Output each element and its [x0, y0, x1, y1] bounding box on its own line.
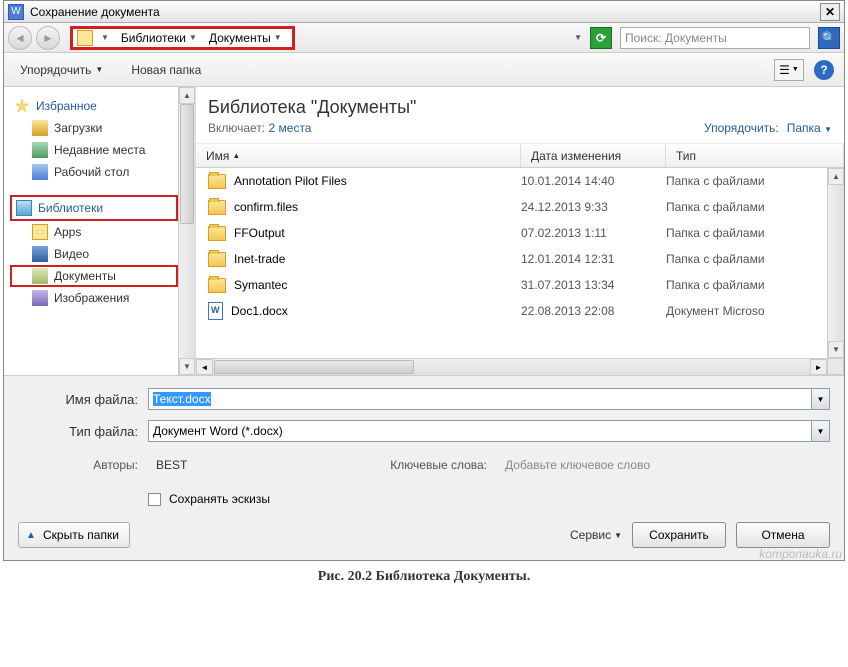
column-date[interactable]: Дата изменения — [521, 144, 666, 167]
column-type[interactable]: Тип — [666, 144, 844, 167]
scroll-left-icon[interactable]: ◄ — [196, 359, 213, 375]
scroll-up-icon[interactable]: ▲ — [828, 168, 844, 185]
sidebar-item-video[interactable]: Видео — [10, 243, 178, 265]
breadcrumb[interactable]: ▼ Библиотеки▼ Документы▼ — [70, 26, 295, 50]
new-folder-button[interactable]: Новая папка — [125, 59, 207, 81]
chevron-up-icon: ▲ — [23, 527, 39, 543]
sidebar-item-recent[interactable]: Недавние места — [10, 139, 178, 161]
images-icon — [32, 290, 48, 306]
window-title: Сохранение документа — [30, 5, 160, 19]
chevron-down-icon: ▼ — [95, 65, 103, 74]
save-thumbnails-label: Сохранять эскизы — [169, 492, 270, 506]
table-row[interactable]: Annotation Pilot Files10.01.2014 14:40Па… — [196, 168, 827, 194]
breadcrumb-seg-documents: Документы▼ — [203, 30, 288, 46]
scroll-right-icon[interactable]: ► — [810, 359, 827, 375]
back-button[interactable]: ◄ — [8, 26, 32, 50]
scroll-down-icon[interactable]: ▼ — [179, 358, 195, 375]
close-button[interactable]: ✕ — [820, 3, 840, 21]
breadcrumb-seg-libraries: Библиотеки▼ — [115, 30, 203, 46]
main-area: Избранное Загрузки Недавние места Рабочи… — [4, 87, 844, 375]
sort-by-dropdown[interactable]: Папка ▼ — [787, 121, 832, 135]
video-icon — [32, 246, 48, 262]
chevron-down-icon: ▼ — [824, 125, 832, 134]
sidebar-group-favorites[interactable]: Избранное — [10, 95, 178, 117]
search-button[interactable]: 🔍 — [818, 27, 840, 49]
chevron-down-icon[interactable]: ▼ — [574, 33, 582, 42]
sidebar-item-downloads[interactable]: Загрузки — [10, 117, 178, 139]
list-scrollbar[interactable]: ▲ ▼ — [827, 168, 844, 358]
table-row[interactable]: Inet-trade12.01.2014 12:31Папка с файлам… — [196, 246, 827, 272]
documents-icon — [32, 268, 48, 284]
figure-caption: Рис. 20.2 Библиотека Документы. — [0, 569, 848, 585]
downloads-icon — [32, 120, 48, 136]
table-row[interactable]: Doc1.docx22.08.2013 22:08Документ Micros… — [196, 298, 827, 324]
cancel-button[interactable]: Отмена — [736, 522, 830, 548]
column-name[interactable]: Имя▲ — [196, 144, 521, 167]
scroll-thumb[interactable] — [214, 360, 414, 374]
table-row[interactable]: Symantec31.07.2013 13:34Папка с файлами — [196, 272, 827, 298]
keywords-input[interactable]: Добавьте ключевое слово — [505, 458, 650, 472]
refresh-button[interactable]: ⟳ — [590, 27, 612, 49]
help-button[interactable]: ? — [814, 60, 834, 80]
folder-icon — [32, 224, 48, 240]
bottom-panel: Имя файла: Текст.docx ▼ Тип файла: Докум… — [4, 375, 844, 560]
hide-folders-button[interactable]: ▲Скрыть папки — [18, 522, 130, 548]
sort-asc-icon: ▲ — [232, 151, 240, 160]
app-icon: W — [8, 4, 24, 20]
table-row[interactable]: confirm.files24.12.2013 9:33Папка с файл… — [196, 194, 827, 220]
view-mode-button[interactable]: ☰▼ — [774, 59, 804, 81]
filetype-select[interactable]: Документ Word (*.docx) — [148, 420, 812, 442]
recent-icon — [32, 142, 48, 158]
file-list-panel: Библиотека "Документы" Включает: 2 места… — [196, 87, 844, 375]
scroll-up-icon[interactable]: ▲ — [179, 87, 195, 104]
save-dialog: W Сохранение документа ✕ ◄ ► ▼ Библиотек… — [3, 0, 845, 561]
star-icon — [14, 98, 30, 114]
sidebar-scrollbar[interactable]: ▲ ▼ — [178, 87, 195, 375]
filetype-label: Тип файла: — [18, 424, 148, 439]
sidebar-group-libraries[interactable]: Библиотеки — [10, 195, 178, 221]
column-headers: Имя▲ Дата изменения Тип — [196, 144, 844, 168]
horizontal-scrollbar[interactable]: ◄ ► — [196, 358, 827, 375]
sidebar-item-images[interactable]: Изображения — [10, 287, 178, 309]
scroll-down-icon[interactable]: ▼ — [828, 341, 844, 358]
desktop-icon — [32, 164, 48, 180]
forward-button[interactable]: ► — [36, 26, 60, 50]
folder-icon — [208, 200, 226, 215]
sidebar: Избранное Загрузки Недавние места Рабочи… — [4, 87, 196, 375]
watermark: komponauka.ru — [0, 547, 848, 561]
docx-icon — [208, 302, 223, 320]
save-button[interactable]: Сохранить — [632, 522, 726, 548]
sidebar-item-desktop[interactable]: Рабочий стол — [10, 161, 178, 183]
organize-menu[interactable]: Упорядочить▼ — [14, 59, 109, 81]
folder-icon — [208, 252, 226, 267]
nav-row: ◄ ► ▼ Библиотеки▼ Документы▼ ▼ ⟳ Поиск: … — [4, 23, 844, 53]
chevron-down-icon[interactable]: ▼ — [101, 33, 109, 42]
library-title: Библиотека "Документы" — [208, 97, 416, 118]
folder-icon — [208, 226, 226, 241]
filetype-dropdown[interactable]: ▼ — [812, 420, 830, 442]
toolbar: Упорядочить▼ Новая папка ☰▼ ? — [4, 53, 844, 87]
folder-icon — [208, 278, 226, 293]
save-thumbnails-checkbox[interactable] — [148, 493, 161, 506]
library-icon — [77, 30, 93, 46]
table-row[interactable]: FFOutput07.02.2013 1:11Папка с файлами — [196, 220, 827, 246]
search-input[interactable]: Поиск: Документы — [620, 27, 810, 49]
chevron-down-icon[interactable]: ▼ — [189, 33, 197, 42]
sidebar-item-documents[interactable]: Документы — [10, 265, 178, 287]
filename-label: Имя файла: — [18, 392, 148, 407]
titlebar: W Сохранение документа ✕ — [4, 1, 844, 23]
scroll-thumb[interactable] — [180, 104, 194, 224]
includes-link[interactable]: 2 места — [269, 121, 312, 135]
authors-value[interactable]: BEST — [156, 458, 187, 472]
chevron-down-icon[interactable]: ▼ — [274, 33, 282, 42]
scroll-corner — [827, 358, 844, 375]
sidebar-item-apps[interactable]: Apps — [10, 221, 178, 243]
filename-input[interactable]: Текст.docx — [148, 388, 812, 410]
chevron-down-icon: ▼ — [614, 531, 622, 540]
folder-icon — [208, 174, 226, 189]
filename-dropdown[interactable]: ▼ — [812, 388, 830, 410]
service-menu[interactable]: Сервис▼ — [570, 528, 622, 542]
library-icon — [16, 200, 32, 216]
